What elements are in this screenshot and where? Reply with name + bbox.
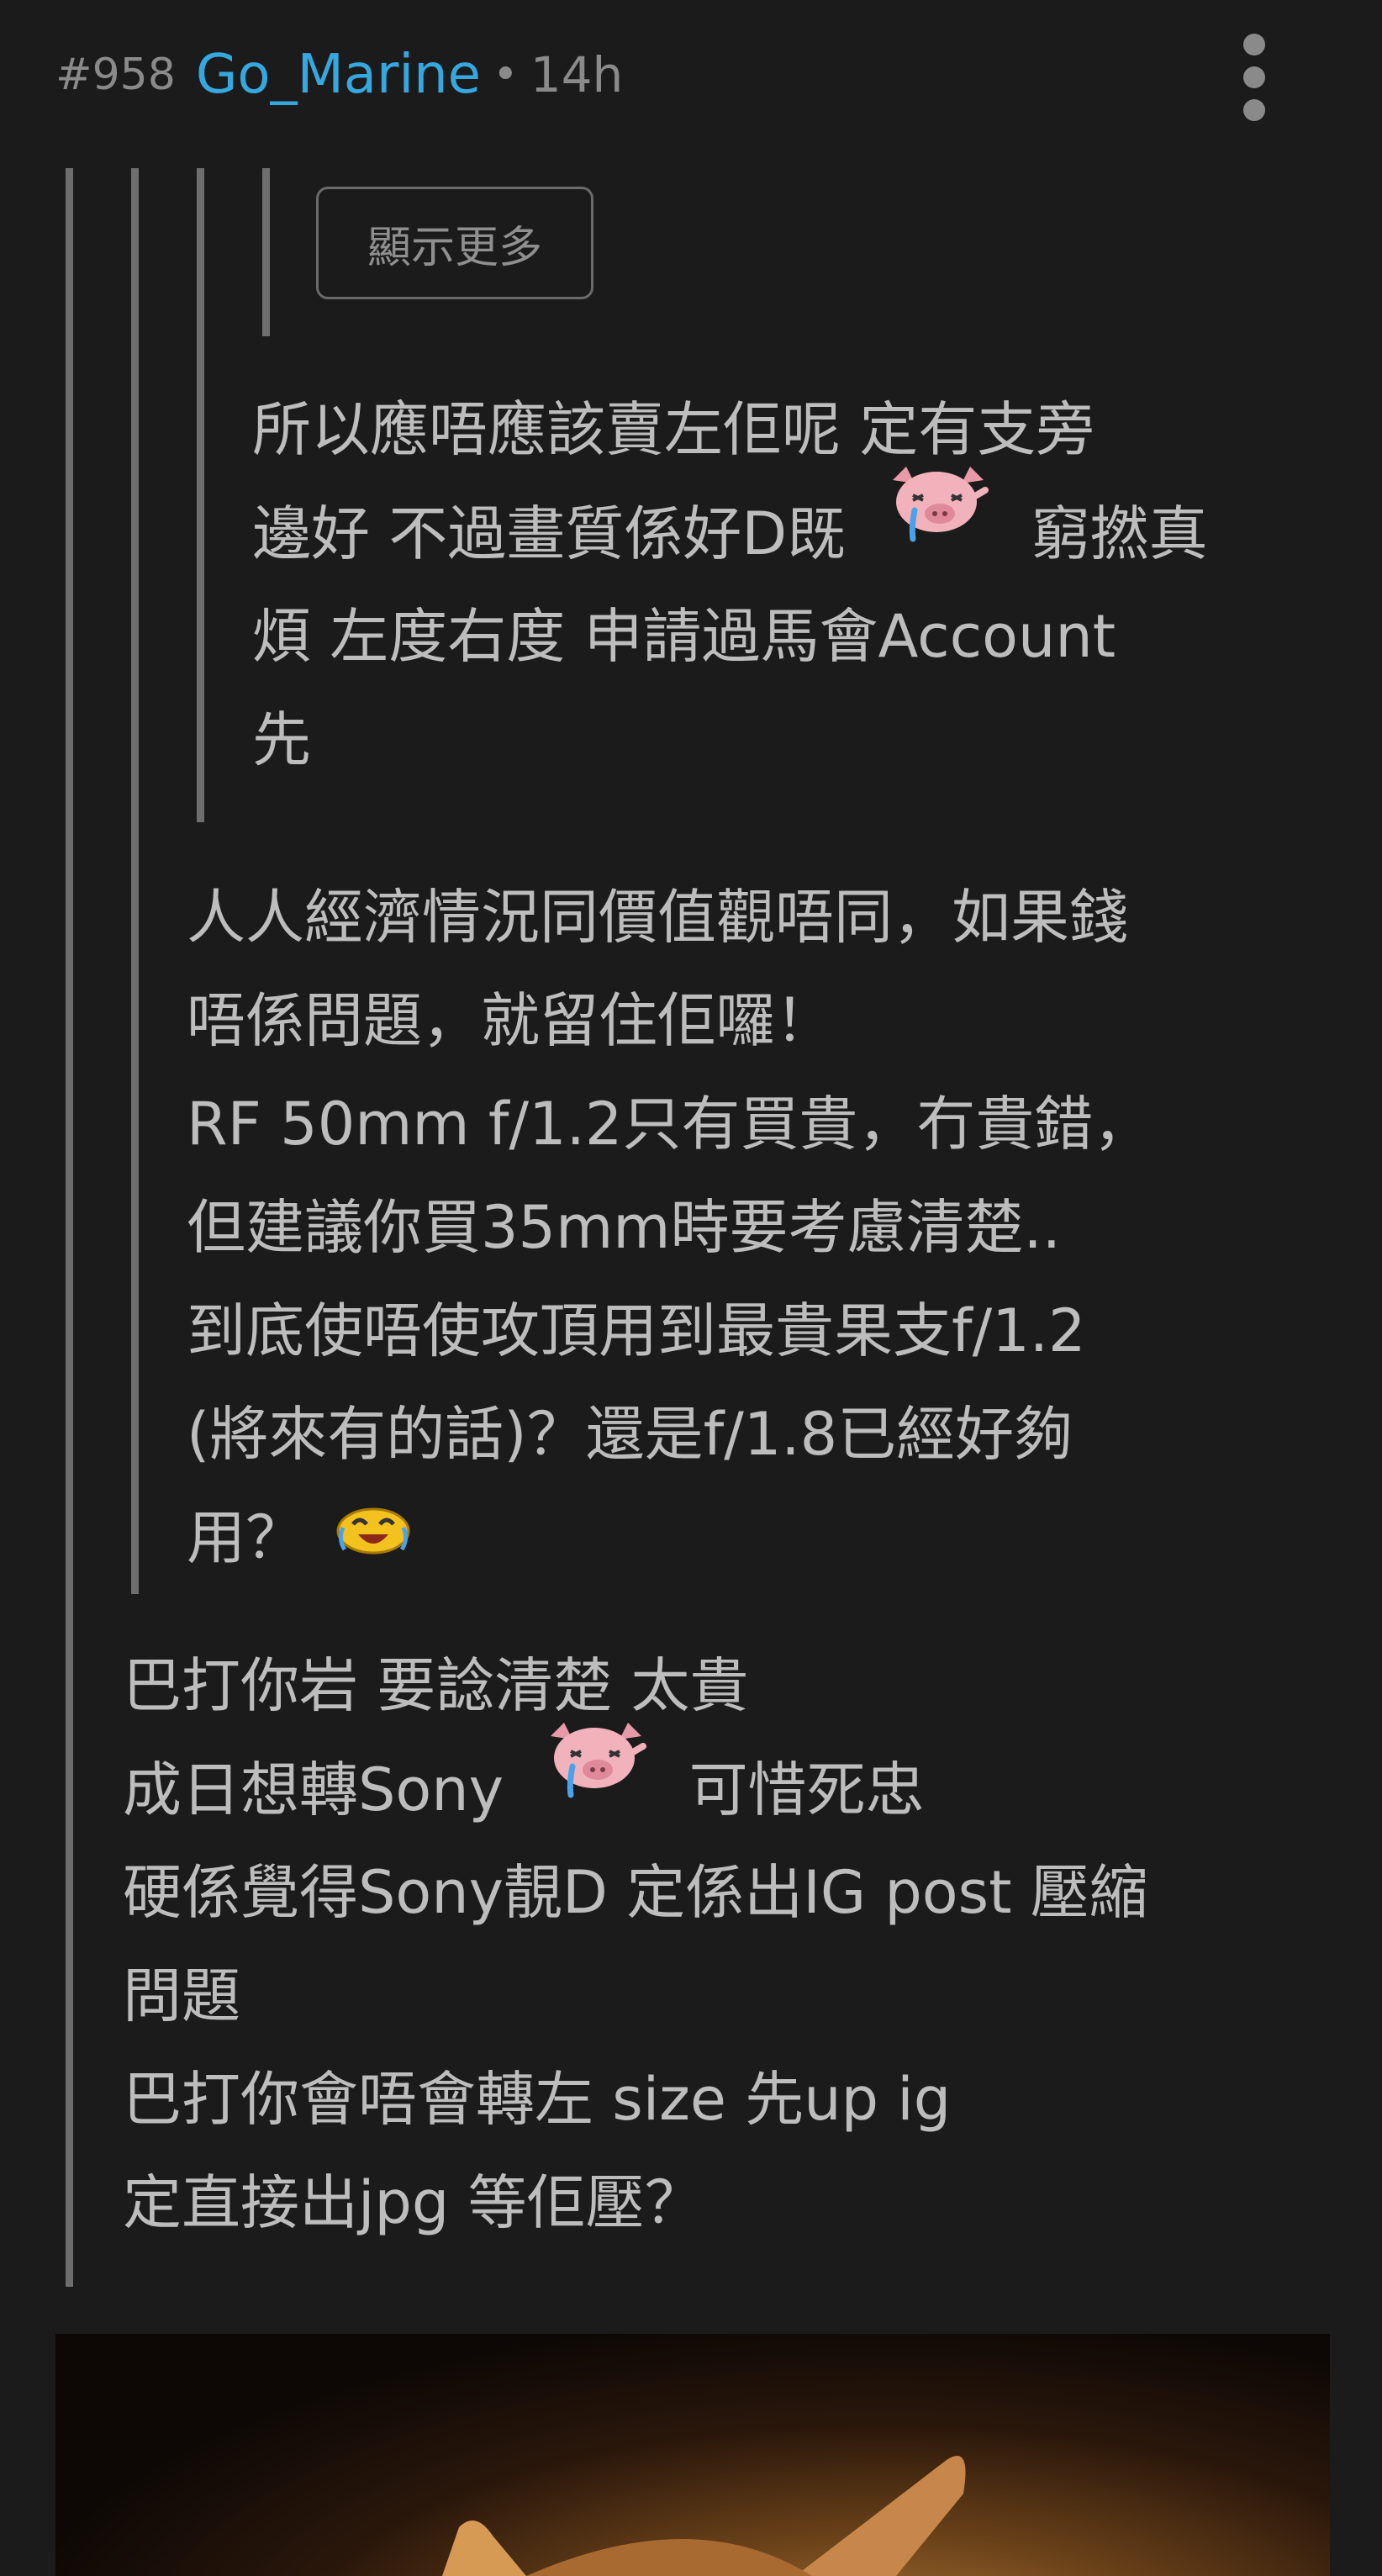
quote-level3-line: 先 [252,705,311,774]
crying-pig-icon [881,463,995,576]
quote-level2-line: (將來有的話)？還是f/1.8已經好夠 [187,1400,1073,1469]
post-number: #958 [55,50,176,100]
quote-level3-text-fragment: 窮撚真 [1031,499,1208,569]
post-time: 14h [530,46,624,103]
quote-level2-line: 唔係問題，就留住佢囉！ [187,986,834,1055]
quote-level2-line: 用？ [187,1486,1152,1590]
quote-level3-line: 邊好 不過畫質係好D既 窮撚真 [252,467,1208,585]
laughing-emoji-icon [335,1485,412,1588]
quote-bar-level-1 [66,168,73,2287]
quote-level2-line: 但建議你買35mm時要考慮清楚.. [187,1193,1061,1262]
quote-level2-line: 到底使唔使攻頂用到最貴果支f/1.2 [187,1296,1086,1365]
quote-level3-line: 所以應唔應該賣左佢呢 定有支旁 [252,395,1095,464]
post-header: #958 Go_Marine • 14h [55,37,1316,113]
reply-text-fragment: 可惜死忠 [688,1755,925,1825]
cat-ears-image [442,2456,966,2576]
quote-bar-level-3 [197,168,204,822]
crying-pig-icon [539,1719,653,1832]
quote-level3-text: 所以應唔應該賣左佢呢 定有支旁 邊好 不過畫質係好D既 窮撚真 煩 左度右度 申… [252,378,1208,792]
reply-text-fragment: 成日想轉Sony [123,1755,504,1825]
reply-line: 巴打你會唔會轉左 size 先up ig [123,2065,952,2134]
reply-line: 硬係覺得Sony靚D 定係出IG post 壓縮 [123,1858,1148,1927]
quote-level2-line: 人人經濟情況同價值觀唔同，如果錢 [187,883,1128,952]
quote-level3-line: 煩 左度右度 申請過馬會Account [252,602,1116,671]
more-vertical-icon[interactable] [1237,34,1271,121]
quote-level2-text: 人人經濟情況同價值觀唔同，如果錢 唔係問題，就留住佢囉！ RF 50mm f/1… [187,866,1152,1590]
separator-dot: • [493,50,519,100]
reply-text: 巴打你岩 要諗清楚 太貴 成日想轉Sony 可惜死忠 硬係覺得Sony靚D 定係… [123,1634,1148,2255]
quote-level3-text-fragment: 邊好 不過畫質係好D既 [252,499,847,569]
reply-line: 定直接出jpg 等佢壓？ [123,2168,704,2237]
attached-photo[interactable] [55,2334,1330,2576]
reply-line: 問題 [123,1961,240,2030]
quote-level2-line: RF 50mm f/1.2只有買貴，冇貴錯， [187,1090,1153,1159]
reply-line: 成日想轉Sony 可惜死忠 [123,1723,1148,1841]
quote-bar-level-2 [131,168,139,1594]
quote-bar-level-4 [262,168,270,336]
username-link[interactable]: Go_Marine [196,44,481,106]
show-more-button[interactable]: 顯示更多 [316,187,593,299]
quote-level2-text-fragment: 用？ [187,1503,304,1572]
